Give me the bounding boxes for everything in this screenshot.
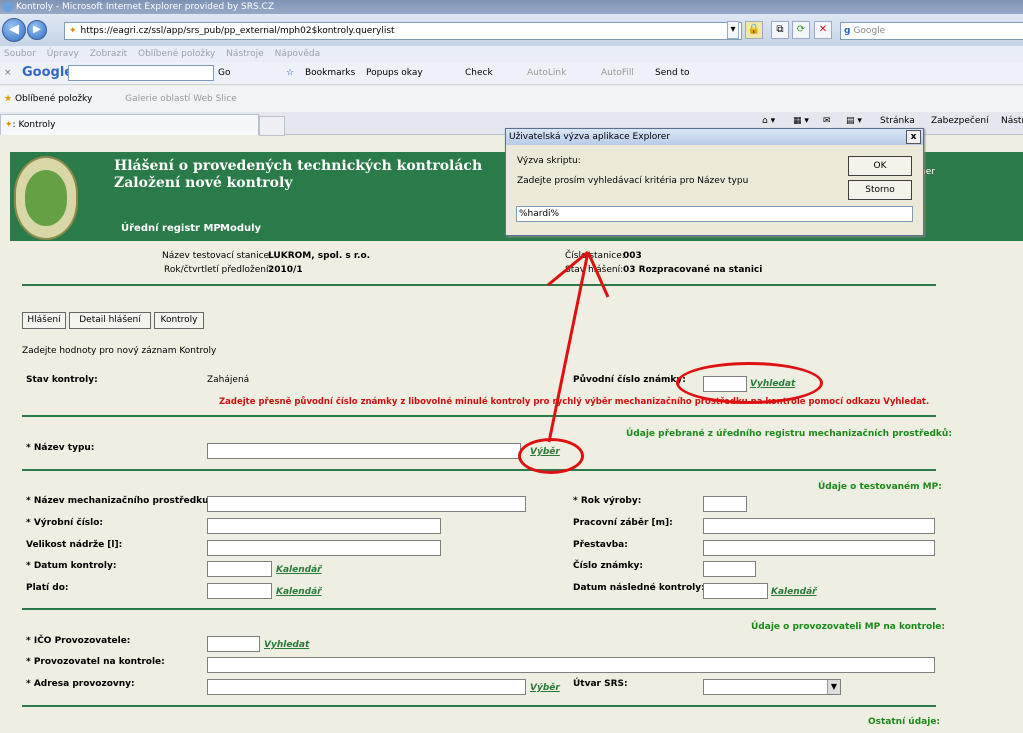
cancel-button[interactable]: Storno	[848, 180, 912, 200]
dialog-prompt-label: Výzva skriptu:	[517, 156, 581, 166]
dialog-prompt-text: Zadejte prosím vyhledávací kritéria pro …	[517, 176, 749, 186]
dialog-input[interactable]: %hardi%	[516, 206, 913, 222]
prompt-dialog: Uživatelská výzva aplikace Explorer x Vý…	[505, 128, 924, 236]
annotation-arrow	[547, 250, 610, 443]
dialog-input-value: %hardi%	[519, 209, 560, 219]
dialog-title-bar: Uživatelská výzva aplikace Explorer x	[506, 129, 923, 145]
ok-button[interactable]: OK	[848, 156, 912, 176]
dialog-title: Uživatelská výzva aplikace Explorer	[509, 132, 671, 142]
dialog-close-icon[interactable]: x	[906, 130, 921, 144]
